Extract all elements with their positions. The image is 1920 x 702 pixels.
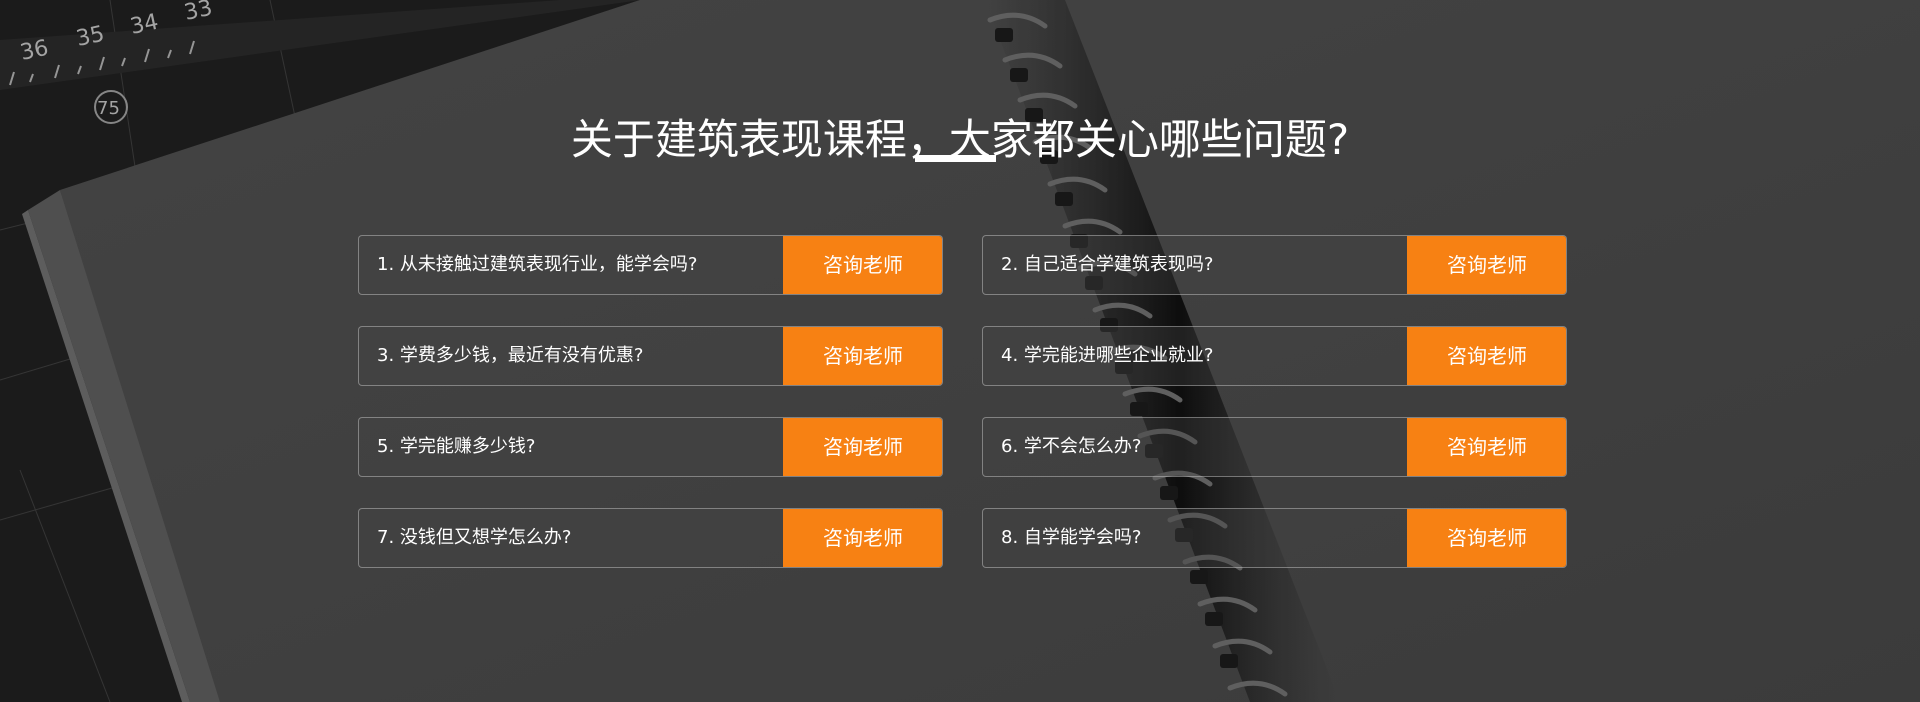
faq-question: 4. 学完能进哪些企业就业? xyxy=(1001,345,1214,366)
faq-question: 1. 从未接触过建筑表现行业，能学会吗? xyxy=(377,254,698,275)
faq-question: 8. 自学能学会吗? xyxy=(1001,527,1142,548)
faq-question: 5. 学完能赚多少钱? xyxy=(377,436,536,457)
faq-question: 3. 学费多少钱，最近有没有优惠? xyxy=(377,345,644,366)
background-notebook-image: 36 35 34 33 75 xyxy=(0,0,1920,702)
faq-section: 36 35 34 33 75 关于建筑表现课程，大家都关心哪些问题? 1. 从未… xyxy=(0,0,1920,702)
faq-item: 7. 没钱但又想学怎么办? 咨询老师 xyxy=(358,508,943,568)
consult-teacher-button[interactable]: 咨询老师 xyxy=(1407,327,1566,385)
faq-item: 5. 学完能赚多少钱? 咨询老师 xyxy=(358,417,943,477)
consult-teacher-button[interactable]: 咨询老师 xyxy=(783,509,942,567)
faq-question: 2. 自己适合学建筑表现吗? xyxy=(1001,254,1214,275)
faq-question: 7. 没钱但又想学怎么办? xyxy=(377,527,572,548)
consult-teacher-button[interactable]: 咨询老师 xyxy=(1407,418,1566,476)
faq-item: 4. 学完能进哪些企业就业? 咨询老师 xyxy=(982,326,1567,386)
consult-teacher-button[interactable]: 咨询老师 xyxy=(1407,236,1566,294)
faq-item: 1. 从未接触过建筑表现行业，能学会吗? 咨询老师 xyxy=(358,235,943,295)
title-underline xyxy=(915,155,996,162)
consult-teacher-button[interactable]: 咨询老师 xyxy=(1407,509,1566,567)
consult-teacher-button[interactable]: 咨询老师 xyxy=(783,418,942,476)
consult-teacher-button[interactable]: 咨询老师 xyxy=(783,327,942,385)
faq-item: 8. 自学能学会吗? 咨询老师 xyxy=(982,508,1567,568)
faq-item: 3. 学费多少钱，最近有没有优惠? 咨询老师 xyxy=(358,326,943,386)
faq-item: 2. 自己适合学建筑表现吗? 咨询老师 xyxy=(982,235,1567,295)
consult-teacher-button[interactable]: 咨询老师 xyxy=(783,236,942,294)
faq-question: 6. 学不会怎么办? xyxy=(1001,436,1142,457)
faq-item: 6. 学不会怎么办? 咨询老师 xyxy=(982,417,1567,477)
